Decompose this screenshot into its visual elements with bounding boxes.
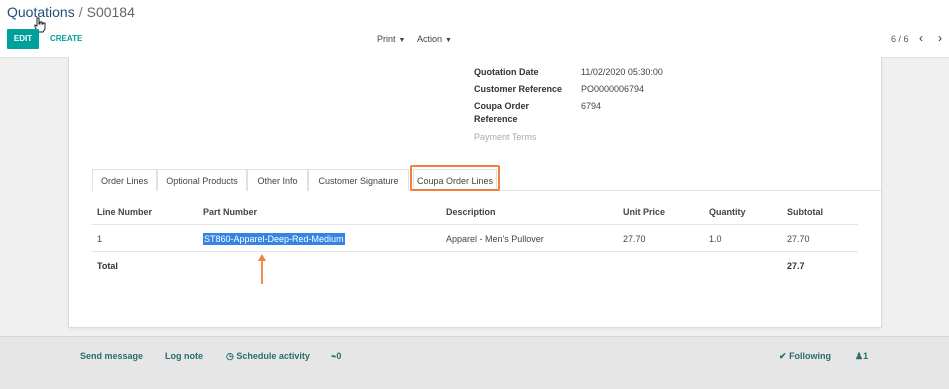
- payment-terms-label: Payment Terms: [474, 132, 537, 142]
- column-header-unit-price[interactable]: Unit Price: [623, 207, 665, 217]
- cell-quantity: 1.0: [709, 234, 722, 244]
- chatter-bar: Send message Log note ◷ Schedule activit…: [0, 336, 949, 389]
- quotation-date-value[interactable]: 11/02/2020 05:30:00: [581, 66, 663, 79]
- caret-down-icon: ▼: [445, 37, 452, 44]
- table-footer-total-label: Total: [97, 261, 118, 271]
- tab-order-lines[interactable]: Order Lines: [92, 169, 157, 191]
- tab-optional-products[interactable]: Optional Products: [157, 169, 247, 191]
- table-footer-total-value: 27.7: [787, 261, 805, 271]
- cell-description: Apparel - Men's Pullover: [446, 234, 544, 244]
- cell-unit-price: 27.70: [623, 234, 646, 244]
- customer-reference-label: Customer Reference: [474, 84, 563, 94]
- cell-line-number: 1: [97, 234, 103, 244]
- following-label: Following: [789, 351, 832, 361]
- breadcrumb: Quotations / S00184: [7, 4, 135, 20]
- send-message-button[interactable]: Send message: [80, 351, 143, 361]
- chevron-right-icon[interactable]: ›: [938, 32, 942, 44]
- column-header-part-number[interactable]: Part Number: [203, 207, 257, 217]
- column-header-line-number[interactable]: Line Number: [97, 207, 152, 217]
- column-header-quantity[interactable]: Quantity: [709, 207, 746, 217]
- cell-subtotal: 27.70: [787, 234, 810, 244]
- print-label: Print: [377, 34, 396, 44]
- selected-text: ST860-Apparel-Deep-Red-Medium: [203, 233, 345, 245]
- tab-other-info[interactable]: Other Info: [247, 169, 308, 191]
- breadcrumb-separator: /: [78, 4, 83, 20]
- chevron-left-icon[interactable]: ‹: [919, 32, 923, 44]
- column-header-subtotal[interactable]: Subtotal: [787, 207, 823, 217]
- customer-reference-value[interactable]: PO0000006794: [581, 83, 644, 96]
- attachments-count: 0: [336, 351, 342, 361]
- followers-button[interactable]: ♟1: [855, 351, 868, 362]
- schedule-activity-button[interactable]: ◷ Schedule activity: [226, 351, 310, 362]
- coupa-order-reference-value[interactable]: 6794: [581, 100, 601, 113]
- column-header-description[interactable]: Description: [446, 207, 496, 217]
- breadcrumb-current: S00184: [86, 4, 135, 20]
- followers-count: 1: [863, 351, 869, 361]
- attachments-button[interactable]: ⌁0: [331, 351, 341, 362]
- tab-customer-signature[interactable]: Customer Signature: [308, 169, 409, 191]
- create-button[interactable]: CREATE: [50, 29, 82, 49]
- user-icon: ♟: [855, 351, 864, 361]
- table-row-divider: [91, 251, 858, 252]
- form-sheet: Quotation Date 11/02/2020 05:30:00 Custo…: [68, 57, 882, 328]
- cell-part-number: ST860-Apparel-Deep-Red-Medium: [203, 233, 345, 245]
- edit-button[interactable]: EDIT: [7, 29, 39, 49]
- quotation-date-label: Quotation Date: [474, 67, 539, 77]
- action-dropdown[interactable]: Action ▼: [417, 34, 452, 44]
- coupa-order-reference-label-line1: Coupa Order: [474, 101, 530, 111]
- arrow-up-annotation-icon: [258, 254, 266, 284]
- log-note-button[interactable]: Log note: [165, 351, 203, 361]
- table-header-divider: [91, 224, 858, 225]
- check-icon: ✔: [779, 351, 787, 361]
- coupa-order-reference-label-line2: Reference: [474, 114, 518, 124]
- following-button[interactable]: ✔ Following: [779, 351, 831, 362]
- action-label: Action: [417, 34, 443, 44]
- print-dropdown[interactable]: Print ▼: [377, 34, 405, 44]
- pager-value[interactable]: 6 / 6: [891, 34, 909, 44]
- caret-down-icon: ▼: [398, 37, 406, 44]
- schedule-activity-label: Schedule activity: [236, 351, 310, 361]
- clock-icon: ◷: [226, 351, 234, 361]
- control-panel: Quotations / S00184 EDIT CREATE Print ▼ Act…: [0, 0, 949, 58]
- tab-highlight-annotation: [410, 165, 500, 191]
